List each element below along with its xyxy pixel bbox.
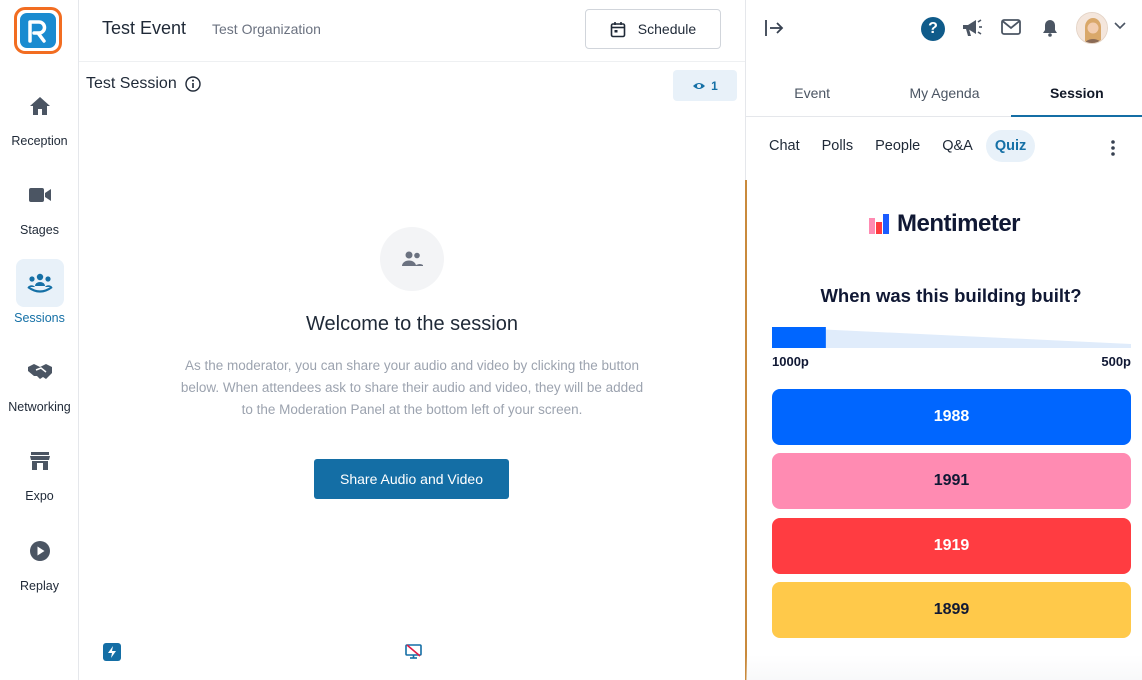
sidebar-item-stages[interactable]: Stages: [0, 171, 79, 237]
right-panel: ? Event My Agenda Session Chat Polls Peo…: [745, 0, 1142, 680]
mentimeter-brand: Mentimeter: [746, 210, 1142, 238]
collapse-panel-icon[interactable]: [764, 19, 784, 37]
event-title: Test Event: [102, 18, 187, 38]
quiz-answer-option[interactable]: 1919: [772, 518, 1131, 574]
mentimeter-logo-icon: [868, 214, 889, 234]
points-timer-fill: [772, 327, 826, 348]
bell-icon[interactable]: [1042, 19, 1058, 37]
subtab-polls[interactable]: Polls: [813, 130, 862, 162]
panel-main-tabs: Event My Agenda Session: [746, 71, 1142, 117]
people-icon: [402, 251, 423, 266]
left-sidebar: Reception Stages Sessions Networking Exp…: [0, 0, 79, 680]
welcome-title: Welcome to the session: [306, 313, 518, 335]
home-icon: [29, 97, 50, 115]
avatar-image: [1077, 13, 1107, 43]
subtab-qa[interactable]: Q&A: [933, 130, 982, 162]
sidebar-item-label: Expo: [25, 489, 54, 503]
sidebar-item-label: Networking: [8, 400, 71, 414]
panel-sub-tabs: Chat Polls People Q&A Quiz: [760, 129, 1036, 163]
chevron-down-icon[interactable]: [1114, 22, 1126, 30]
sidebar-item-label: Reception: [11, 134, 68, 148]
calendar-icon: [610, 21, 626, 37]
info-icon[interactable]: [185, 76, 201, 92]
attendees-placeholder: [380, 227, 444, 291]
tab-session[interactable]: Session: [1010, 71, 1142, 117]
tab-event[interactable]: Event: [746, 71, 878, 116]
sidebar-item-label: Stages: [20, 223, 59, 237]
quiz-answer-option[interactable]: 1991: [772, 453, 1131, 509]
subtab-chat[interactable]: Chat: [760, 130, 809, 162]
sidebar-item-networking[interactable]: Networking: [0, 348, 79, 414]
subtab-people[interactable]: People: [866, 130, 929, 162]
right-panel-toolbar: ?: [746, 0, 1142, 60]
eye-icon: [693, 82, 706, 89]
viewer-count-badge[interactable]: 1: [673, 70, 737, 101]
quiz-answer-option[interactable]: 1988: [772, 389, 1131, 445]
logo-mark: [20, 13, 56, 48]
schedule-button[interactable]: Schedule: [585, 9, 721, 49]
more-vertical-icon[interactable]: [1110, 139, 1116, 157]
quiz-embed: Mentimeter When was this building built?…: [746, 180, 1142, 680]
quiz-question: When was this building built?: [820, 285, 1082, 306]
handshake-icon: [27, 364, 52, 379]
sidebar-item-expo[interactable]: Expo: [0, 437, 79, 503]
points-labels: 1000p 500p: [772, 354, 1131, 369]
sidebar-item-label: Replay: [20, 579, 59, 593]
lightning-bolt-icon: [108, 646, 116, 658]
session-title: Test Session: [86, 75, 177, 92]
brand-name: Mentimeter: [896, 210, 1021, 237]
max-points-label: 1000p: [772, 354, 809, 369]
logo-r-icon: [28, 19, 47, 43]
min-points-label: 500p: [1101, 354, 1131, 369]
tab-my-agenda[interactable]: My Agenda: [878, 71, 1010, 116]
help-icon[interactable]: ?: [921, 17, 945, 41]
storefront-icon: [29, 452, 50, 470]
sidebar-item-replay[interactable]: Replay: [0, 527, 79, 593]
app-logo[interactable]: [14, 7, 62, 54]
sidebar-item-reception[interactable]: Reception: [0, 82, 79, 148]
subtab-quiz[interactable]: Quiz: [985, 130, 1036, 162]
quiz-answer-option[interactable]: 1899: [772, 582, 1131, 638]
user-avatar[interactable]: [1076, 12, 1108, 44]
quick-actions-button[interactable]: [103, 643, 121, 661]
top-header: Test Event Test Organization Schedule: [79, 0, 745, 62]
sidebar-item-label: Sessions: [14, 311, 65, 325]
people-group-icon: [26, 273, 53, 293]
sidebar-item-sessions[interactable]: Sessions: [0, 259, 79, 325]
mail-icon[interactable]: [1001, 19, 1021, 35]
session-stage: Test Session 1 Welcome to the session As…: [79, 62, 745, 680]
points-timer-bar: [772, 327, 1131, 348]
megaphone-icon[interactable]: [961, 18, 983, 38]
organization-title: Test Organization: [212, 21, 321, 37]
play-circle-icon: [29, 541, 50, 561]
viewer-count: 1: [711, 78, 718, 93]
bottom-fade: [746, 655, 1142, 680]
schedule-label: Schedule: [637, 21, 697, 37]
video-camera-icon: [28, 188, 51, 202]
welcome-description: As the moderator, you can share your aud…: [180, 358, 644, 417]
share-audio-video-button[interactable]: Share Audio and Video: [314, 459, 509, 499]
screen-share-off-icon[interactable]: [405, 644, 422, 659]
